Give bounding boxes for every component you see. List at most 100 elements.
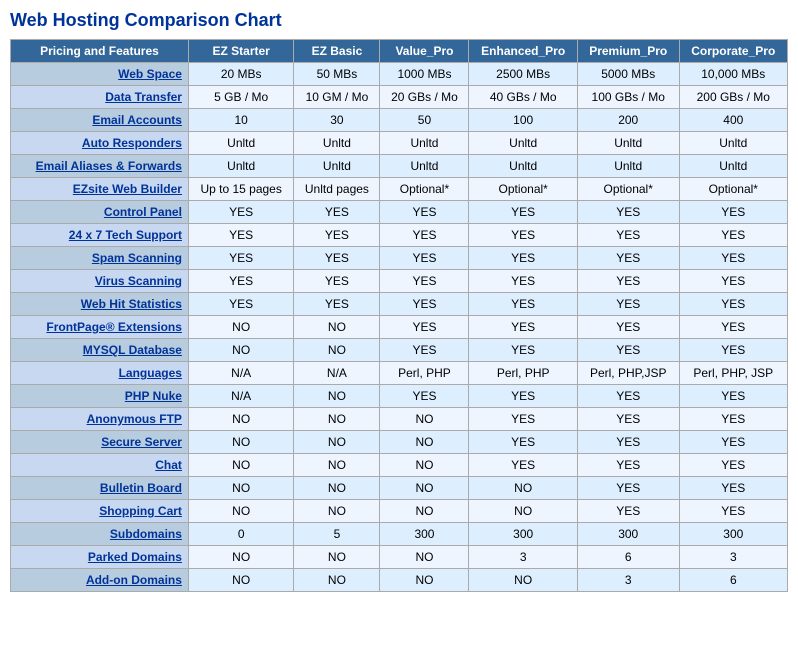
plan-value: 10	[188, 109, 293, 132]
table-row: Bulletin BoardNONONONOYESYES	[11, 477, 788, 500]
plan-value: Unltd	[380, 155, 469, 178]
plan-value: YES	[188, 224, 293, 247]
plan-value: YES	[577, 201, 679, 224]
table-row: Shopping CartNONONONOYESYES	[11, 500, 788, 523]
plan-value: YES	[679, 500, 787, 523]
plan-value: YES	[577, 385, 679, 408]
feature-name[interactable]: Control Panel	[11, 201, 189, 224]
plan-value: YES	[577, 339, 679, 362]
plan-value: YES	[679, 339, 787, 362]
table-row: Auto RespondersUnltdUnltdUnltdUnltdUnltd…	[11, 132, 788, 155]
feature-name[interactable]: Languages	[11, 362, 189, 385]
feature-name[interactable]: PHP Nuke	[11, 385, 189, 408]
plan-value: YES	[469, 408, 577, 431]
plan-value: Unltd	[679, 155, 787, 178]
feature-name[interactable]: 24 x 7 Tech Support	[11, 224, 189, 247]
plan-value: 300	[679, 523, 787, 546]
plan-value: NO	[188, 431, 293, 454]
feature-name[interactable]: EZsite Web Builder	[11, 178, 189, 201]
plan-value: NO	[188, 454, 293, 477]
plan-value: Optional*	[380, 178, 469, 201]
plan-value: NO	[188, 500, 293, 523]
plan-value: NO	[294, 477, 380, 500]
plan-value: YES	[380, 224, 469, 247]
feature-name[interactable]: MYSQL Database	[11, 339, 189, 362]
feature-name[interactable]: Email Accounts	[11, 109, 189, 132]
feature-name[interactable]: Data Transfer	[11, 86, 189, 109]
plan-value: Optional*	[679, 178, 787, 201]
plan-value: NO	[469, 500, 577, 523]
plan-value: YES	[294, 247, 380, 270]
plan-value: NO	[380, 546, 469, 569]
plan-column-header: Premium_Pro	[577, 40, 679, 63]
plan-value: 300	[380, 523, 469, 546]
table-row: 24 x 7 Tech SupportYESYESYESYESYESYES	[11, 224, 788, 247]
plan-value: YES	[679, 316, 787, 339]
plan-value: YES	[188, 247, 293, 270]
plan-value: YES	[679, 201, 787, 224]
plan-value: YES	[679, 224, 787, 247]
plan-value: YES	[679, 270, 787, 293]
plan-value: NO	[294, 454, 380, 477]
plan-value: YES	[577, 270, 679, 293]
table-row: Control PanelYESYESYESYESYESYES	[11, 201, 788, 224]
plan-value: Optional*	[577, 178, 679, 201]
feature-name[interactable]: Add-on Domains	[11, 569, 189, 592]
plan-value: YES	[679, 454, 787, 477]
feature-name[interactable]: Anonymous FTP	[11, 408, 189, 431]
plan-value: 40 GBs / Mo	[469, 86, 577, 109]
feature-name[interactable]: Parked Domains	[11, 546, 189, 569]
plan-value: YES	[469, 454, 577, 477]
plan-value: NO	[294, 316, 380, 339]
feature-name[interactable]: Chat	[11, 454, 189, 477]
plan-value: 300	[469, 523, 577, 546]
plan-value: NO	[188, 477, 293, 500]
plan-value: YES	[469, 339, 577, 362]
plan-value: 50 MBs	[294, 63, 380, 86]
plan-value: NO	[294, 408, 380, 431]
plan-value: YES	[380, 293, 469, 316]
feature-name[interactable]: Web Space	[11, 63, 189, 86]
feature-name[interactable]: Auto Responders	[11, 132, 189, 155]
plan-value: 1000 MBs	[380, 63, 469, 86]
plan-value: NO	[380, 408, 469, 431]
plan-value: YES	[380, 247, 469, 270]
plan-value: Unltd	[380, 132, 469, 155]
feature-name[interactable]: Virus Scanning	[11, 270, 189, 293]
table-row: Subdomains05300300300300	[11, 523, 788, 546]
table-row: PHP NukeN/ANOYESYESYESYES	[11, 385, 788, 408]
table-row: FrontPage® ExtensionsNONOYESYESYESYES	[11, 316, 788, 339]
plan-value: YES	[679, 431, 787, 454]
plan-value: YES	[577, 408, 679, 431]
plan-value: YES	[577, 224, 679, 247]
plan-value: YES	[294, 224, 380, 247]
feature-name[interactable]: Spam Scanning	[11, 247, 189, 270]
plan-value: 30	[294, 109, 380, 132]
feature-name[interactable]: Secure Server	[11, 431, 189, 454]
feature-name[interactable]: Bulletin Board	[11, 477, 189, 500]
table-row: Secure ServerNONONOYESYESYES	[11, 431, 788, 454]
plan-value: YES	[294, 201, 380, 224]
plan-value: NO	[380, 569, 469, 592]
plan-value: 200	[577, 109, 679, 132]
plan-value: YES	[380, 316, 469, 339]
plan-value: YES	[469, 247, 577, 270]
table-row: Email Aliases & ForwardsUnltdUnltdUnltdU…	[11, 155, 788, 178]
plan-value: NO	[188, 339, 293, 362]
feature-name[interactable]: Web Hit Statistics	[11, 293, 189, 316]
plan-value: YES	[380, 270, 469, 293]
feature-name[interactable]: Shopping Cart	[11, 500, 189, 523]
feature-name[interactable]: FrontPage® Extensions	[11, 316, 189, 339]
feature-name[interactable]: Subdomains	[11, 523, 189, 546]
plan-value: Perl, PHP,JSP	[577, 362, 679, 385]
table-row: LanguagesN/AN/APerl, PHPPerl, PHPPerl, P…	[11, 362, 788, 385]
plan-value: YES	[294, 293, 380, 316]
plan-value: NO	[294, 569, 380, 592]
plan-value: NO	[188, 408, 293, 431]
plan-value: Unltd	[679, 132, 787, 155]
plan-value: YES	[679, 385, 787, 408]
plan-value: YES	[380, 339, 469, 362]
table-row: MYSQL DatabaseNONOYESYESYESYES	[11, 339, 788, 362]
feature-name[interactable]: Email Aliases & Forwards	[11, 155, 189, 178]
plan-value: YES	[577, 454, 679, 477]
